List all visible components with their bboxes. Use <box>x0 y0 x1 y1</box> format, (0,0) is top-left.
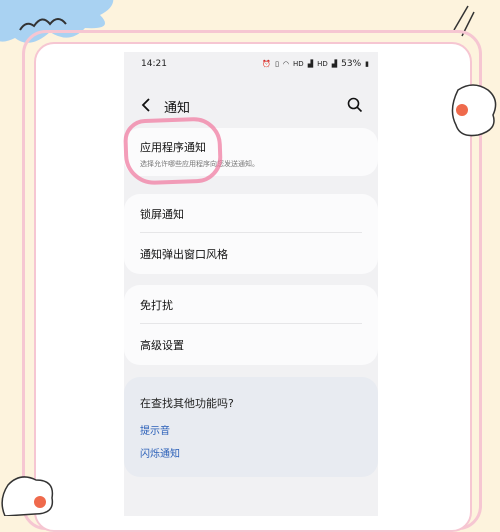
alarm-icon: ⏰ <box>262 60 272 68</box>
signal-icon: ▟ <box>307 60 314 68</box>
do-not-disturb-item[interactable]: 免打扰 <box>140 297 362 313</box>
divider <box>140 232 362 233</box>
lockscreen-popup-card: 锁屏通知 通知弹出窗口风格 <box>124 194 378 274</box>
highlight-circle-annotation <box>122 116 224 186</box>
looking-for-card: 在查找其他功能吗? 提示音 闪烁通知 <box>124 377 378 477</box>
signal-icon: ▟ <box>331 60 338 68</box>
status-bar: 14:21 ⏰ ▯ ◠ HD ▟ HD ▟ 53% ▮ <box>124 52 378 78</box>
link-flash-notification[interactable]: 闪烁通知 <box>140 445 180 460</box>
vibrate-icon: ▯ <box>275 60 279 68</box>
cloud-sticker <box>451 84 497 137</box>
status-icons: ⏰ ▯ ◠ HD ▟ HD ▟ 53% ▮ <box>262 59 369 69</box>
back-arrow-icon[interactable] <box>138 96 156 114</box>
cloud-sticker-left <box>1 476 54 516</box>
divider <box>140 323 362 324</box>
advanced-settings-item[interactable]: 高级设置 <box>140 337 362 353</box>
looking-for-title: 在查找其他功能吗? <box>140 397 234 410</box>
hd-icon: HD <box>317 60 328 68</box>
hd-icon: HD <box>293 60 304 68</box>
status-time: 14:21 <box>141 59 167 69</box>
popup-style-item[interactable]: 通知弹出窗口风格 <box>140 246 362 262</box>
header-bar: 通知 <box>124 92 378 120</box>
battery-percent: 53% <box>341 59 362 69</box>
search-icon[interactable] <box>346 96 364 114</box>
link-sounds[interactable]: 提示音 <box>140 422 170 437</box>
lockscreen-notifications-item[interactable]: 锁屏通知 <box>140 206 362 222</box>
wifi-icon: ◠ <box>282 60 290 68</box>
page-title: 通知 <box>164 101 191 116</box>
battery-icon: ▮ <box>365 60 369 68</box>
dnd-advanced-card: 免打扰 高级设置 <box>124 285 378 365</box>
